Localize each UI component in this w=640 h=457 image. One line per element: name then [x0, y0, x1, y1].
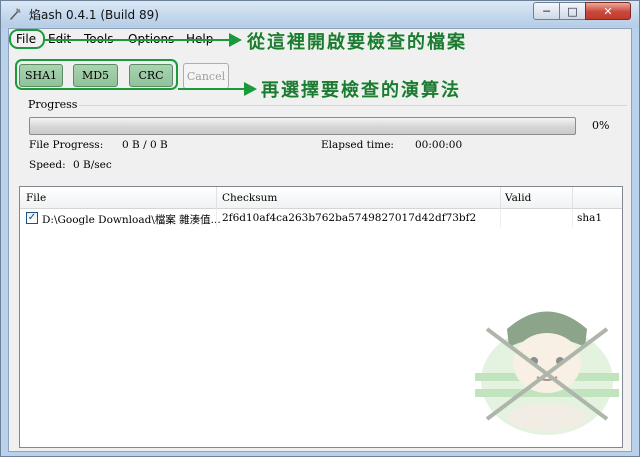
algorithm-arrow-head — [244, 82, 257, 96]
sha1-button[interactable]: SHA1 — [19, 64, 63, 87]
column-header-valid[interactable]: Valid — [505, 192, 531, 204]
md5-button[interactable]: MD5 — [73, 64, 118, 87]
row-file-path: D:\Google Download\檔案 雜湊值... — [42, 214, 221, 226]
progress-bar — [29, 117, 576, 135]
file-arrow-line — [45, 39, 231, 41]
window-title: 焰ash 0.4.1 (Build 89) — [29, 8, 159, 22]
mascot-watermark-icon — [475, 311, 619, 435]
row-checkbox[interactable]: ✓ — [26, 212, 38, 224]
title-bar[interactable]: 焰ash 0.4.1 (Build 89) ─ □ ✕ — [1, 1, 639, 27]
file-arrow-head — [229, 33, 242, 47]
elapsed-time-label: Elapsed time: — [321, 139, 394, 151]
progress-group-rule — [79, 105, 627, 106]
crc-button[interactable]: CRC — [129, 64, 173, 87]
progress-group-label: Progress — [28, 98, 78, 111]
file-menu-annotation: 從這裡開啟要檢查的檔案 — [247, 32, 467, 53]
list-header: File Checksum Valid — [20, 187, 622, 209]
column-header-file[interactable]: File — [26, 192, 46, 204]
row-checksum: 2f6d10af4ca263b762ba5749827017d42df73bf2 — [222, 212, 477, 224]
row-divider — [572, 209, 573, 227]
maximize-button[interactable]: □ — [559, 2, 586, 20]
cancel-button[interactable]: Cancel — [183, 63, 229, 89]
algorithm-arrow-line — [178, 88, 246, 90]
close-button[interactable]: ✕ — [585, 2, 631, 20]
table-row[interactable]: ✓ D:\Google Download\檔案 雜湊值... 2f6d10af4… — [20, 209, 622, 227]
file-progress-label: File Progress: — [29, 139, 104, 151]
file-menu-highlight — [9, 29, 45, 49]
algorithm-annotation: 再選擇要檢查的演算法 — [261, 80, 461, 101]
app-window: 焰ash 0.4.1 (Build 89) ─ □ ✕ File Edit To… — [0, 0, 640, 457]
file-progress-value: 0 B / 0 B — [122, 139, 168, 151]
row-algorithm: sha1 — [577, 212, 603, 224]
minimize-button[interactable]: ─ — [533, 2, 560, 20]
row-divider — [216, 209, 217, 227]
column-divider[interactable] — [572, 187, 573, 209]
column-divider[interactable] — [216, 187, 217, 209]
progress-percent: 0% — [592, 119, 610, 132]
elapsed-time-value: 00:00:00 — [415, 139, 463, 151]
row-divider — [500, 209, 501, 227]
app-icon — [10, 8, 21, 20]
column-divider[interactable] — [500, 187, 501, 209]
speed-label: Speed: — [29, 159, 66, 171]
column-header-checksum[interactable]: Checksum — [222, 192, 277, 204]
speed-value: 0 B/sec — [73, 159, 112, 171]
